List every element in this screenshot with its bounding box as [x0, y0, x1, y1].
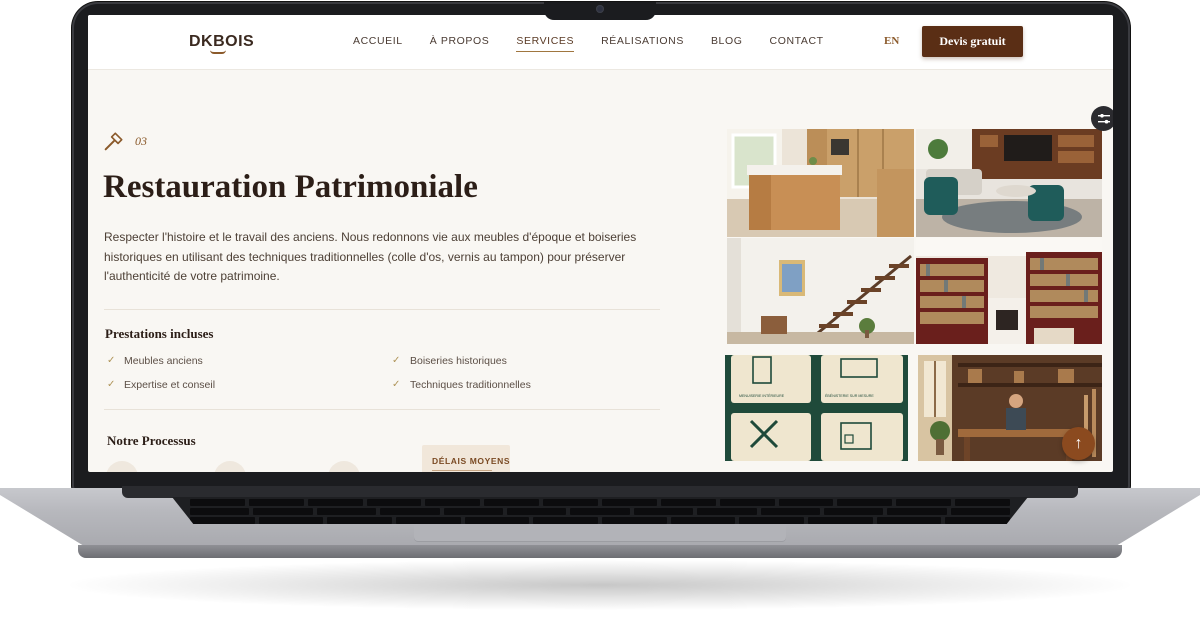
delay-label: DÉLAIS MOYENS: [432, 456, 511, 466]
floor-plan-illustration[interactable]: MENUISERIE INTÉRIEURE ÉBÉNISTERIE SUR ME…: [725, 355, 908, 461]
delay-value: [432, 470, 492, 472]
prestation-item: Expertise et conseil: [124, 379, 216, 391]
process-step-marker: [106, 461, 138, 472]
process-title: Notre Processus: [107, 433, 196, 448]
check-icon: ✓: [392, 355, 401, 366]
check-icon: ✓: [107, 379, 116, 390]
laptop-hinge: [122, 486, 1078, 498]
scroll-to-top-button[interactable]: ↑: [1062, 427, 1095, 460]
language-switch[interactable]: EN: [884, 35, 899, 47]
nav-accueil[interactable]: ACCUEIL: [353, 35, 403, 52]
process-step-marker: [214, 461, 246, 472]
service-number: 03: [135, 134, 147, 148]
living-room-photo[interactable]: [916, 129, 1102, 237]
library-photo[interactable]: [916, 238, 1102, 344]
keyboard: [172, 497, 1028, 524]
nav-blog[interactable]: BLOG: [711, 35, 743, 52]
laptop-shadow: [70, 560, 1130, 610]
settings-toggle-button[interactable]: [1091, 106, 1113, 131]
settings-toggle-icon: [1097, 113, 1110, 123]
site-logo[interactable]: DKBOIS: [189, 33, 254, 51]
illustration-label: ÉBÉNISTERIE SUR MESURE: [825, 393, 874, 398]
free-quote-button[interactable]: Devis gratuit: [922, 26, 1023, 57]
kitchen-photo[interactable]: [727, 129, 914, 237]
prestations-title: Prestations incluses: [105, 326, 214, 341]
illustration-label: MENUISERIE INTÉRIEURE: [739, 393, 785, 398]
laptop-front-edge: [78, 545, 1122, 558]
check-icon: ✓: [392, 379, 401, 390]
top-navbar: DKBOIS ACCUEIL À PROPOS SERVICES RÉALISA…: [88, 15, 1113, 69]
main-nav: ACCUEIL À PROPOS SERVICES RÉALISATIONS B…: [353, 35, 851, 52]
arrow-up-icon: ↑: [1074, 434, 1083, 452]
prestation-item: Techniques traditionnelles: [410, 379, 531, 391]
website-screen: DKBOIS ACCUEIL À PROPOS SERVICES RÉALISA…: [88, 15, 1113, 472]
hammer-icon: [104, 132, 123, 151]
nav-realisations[interactable]: RÉALISATIONS: [601, 35, 684, 52]
logo-mark: [210, 50, 226, 54]
staircase-photo[interactable]: [727, 238, 914, 344]
service-description: Respecter l'histoire et le travail des a…: [104, 230, 637, 283]
trackpad: [414, 525, 786, 542]
check-icon: ✓: [107, 355, 116, 366]
process-step-marker: [328, 461, 360, 472]
prestation-item: Boiseries historiques: [410, 355, 507, 367]
nav-contact[interactable]: CONTACT: [770, 35, 824, 52]
section-divider: [104, 409, 660, 410]
service-title: Restauration Patrimoniale: [103, 169, 478, 205]
prestation-item: Meubles anciens: [124, 355, 203, 367]
webcam: [596, 5, 604, 13]
nav-a-propos[interactable]: À PROPOS: [430, 35, 490, 52]
section-divider: [104, 309, 660, 310]
nav-services[interactable]: SERVICES: [516, 35, 575, 52]
